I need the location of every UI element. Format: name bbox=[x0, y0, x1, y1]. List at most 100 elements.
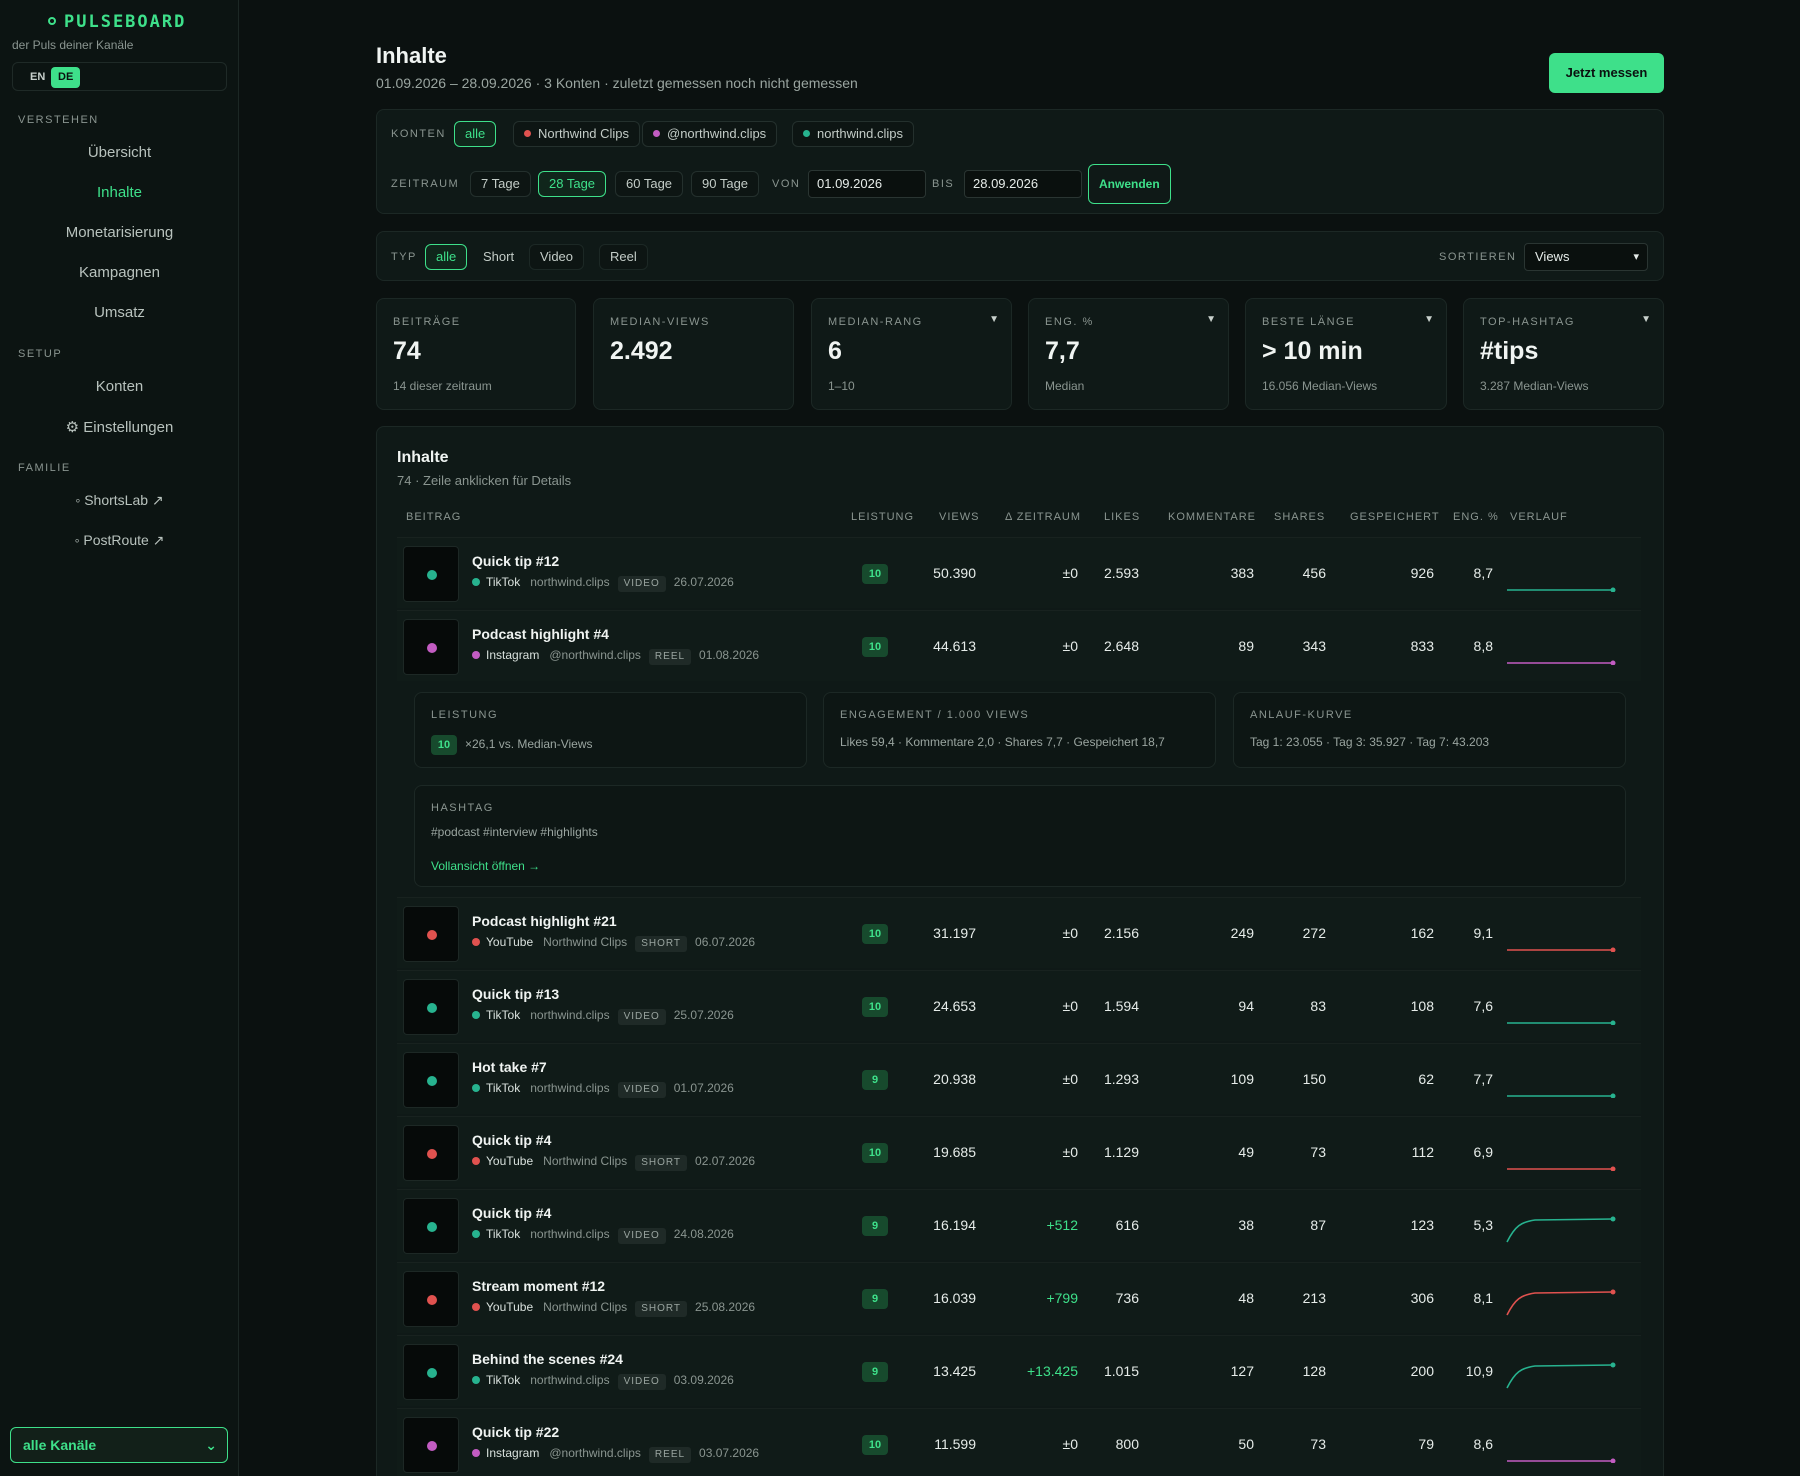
range-chip-7[interactable]: 7 Tage bbox=[470, 171, 531, 197]
post-date: 03.09.2026 bbox=[673, 1373, 734, 1387]
table-row[interactable]: Behind the scenes #24 TikTok northwind.cli… bbox=[397, 1335, 1641, 1406]
table-row[interactable]: Quick tip #4 YouTube Northwind Clips SHORT 0… bbox=[397, 1116, 1641, 1187]
platform-name: TikTok bbox=[486, 575, 521, 589]
section-label-setup: SETUP bbox=[18, 348, 63, 360]
nav-item-umsatz[interactable]: Umsatz bbox=[0, 304, 239, 321]
to-date-input[interactable]: 28.09.2026 bbox=[964, 170, 1082, 198]
saved-value: 108 bbox=[1410, 998, 1434, 1014]
kpi-value: #tips bbox=[1480, 337, 1539, 365]
engagement-value: 8,6 bbox=[1473, 1436, 1493, 1452]
caret-down-icon[interactable]: ▼ bbox=[1641, 314, 1651, 325]
kpi-sub: 16.056 Median-Views bbox=[1262, 379, 1378, 393]
sort-select[interactable]: Views ▾ bbox=[1524, 243, 1648, 271]
section-label-verstehen: VERSTEHEN bbox=[18, 114, 99, 126]
type-chip-short[interactable]: Short bbox=[472, 244, 525, 270]
kpi-card-engagement[interactable]: ENG. % ▼ 7,7 Median bbox=[1028, 298, 1229, 410]
column-header-saved[interactable]: GESPEICHERT bbox=[1350, 511, 1440, 523]
table-row[interactable]: Quick tip #12 TikTok northwind.clips VIDEO 2… bbox=[397, 537, 1641, 608]
account-name: northwind.clips bbox=[530, 1227, 610, 1241]
account-chip-northwind-clips[interactable]: Northwind Clips bbox=[513, 121, 641, 147]
measure-now-button[interactable]: Jetzt messen bbox=[1549, 53, 1664, 93]
kpi-card-best-length[interactable]: BESTE LÄNGE ▼ > 10 min 16.056 Median-Vie… bbox=[1245, 298, 1447, 410]
table-row[interactable]: Quick tip #22 Instagram @northwind.clips RE… bbox=[397, 1408, 1641, 1476]
delta-value: ±0 bbox=[1062, 565, 1078, 581]
post-meta: YouTube Northwind Clips SHORT 02.07.2026 bbox=[472, 1154, 755, 1171]
post-meta: Instagram @northwind.clips REEL 01.08.2026 bbox=[472, 648, 759, 665]
nav-item-einstellungen[interactable]: ⚙ Einstellungen bbox=[0, 418, 239, 436]
to-label: BIS bbox=[932, 178, 955, 190]
column-header-likes[interactable]: LIKES bbox=[1104, 511, 1140, 523]
shares-value: 128 bbox=[1302, 1363, 1326, 1379]
column-header-trend[interactable]: VERLAUF bbox=[1510, 511, 1568, 523]
platform-dot-icon bbox=[472, 1303, 480, 1311]
column-header-views[interactable]: VIEWS bbox=[939, 511, 979, 523]
type-chip-reel[interactable]: Reel bbox=[599, 244, 648, 270]
comments-value: 249 bbox=[1230, 925, 1254, 941]
brand-logo[interactable]: PULSEBOARD bbox=[48, 12, 186, 32]
trend-sparkline bbox=[1507, 587, 1616, 592]
table-row[interactable]: Hot take #7 TikTok northwind.clips VIDEO 01.… bbox=[397, 1043, 1641, 1114]
trend-sparkline bbox=[1507, 1166, 1616, 1171]
nav-item-inhalte[interactable]: Inhalte bbox=[0, 184, 239, 201]
youtube-dot-icon bbox=[524, 130, 531, 137]
caret-down-icon[interactable]: ▼ bbox=[1206, 314, 1216, 325]
column-header-performance[interactable]: LEISTUNG bbox=[851, 511, 914, 523]
kpi-card-top-hashtag[interactable]: TOP-HASHTAG ▼ #tips 3.287 Median-Views bbox=[1463, 298, 1664, 410]
column-header-shares[interactable]: SHARES bbox=[1274, 511, 1325, 523]
platform-dot-icon bbox=[427, 1222, 437, 1232]
nav-item-konten[interactable]: Konten bbox=[0, 378, 239, 395]
nav-item-shortslab[interactable]: ◦ ShortsLab ↗ bbox=[0, 492, 239, 509]
account-chip-label: Northwind Clips bbox=[538, 126, 630, 141]
account-chip-tiktok[interactable]: northwind.clips bbox=[792, 121, 914, 147]
open-full-view-link[interactable]: Vollansicht öffnen → bbox=[431, 859, 540, 873]
score-badge: 10 bbox=[862, 637, 888, 657]
account-chip-all[interactable]: alle bbox=[454, 121, 497, 147]
column-header-post[interactable]: BEITRAG bbox=[406, 511, 461, 523]
type-badge: VIDEO bbox=[617, 1374, 666, 1390]
table-row[interactable]: Quick tip #4 TikTok northwind.clips VIDEO 24… bbox=[397, 1189, 1641, 1260]
type-chip-video[interactable]: Video bbox=[529, 244, 585, 270]
post-date: 25.08.2026 bbox=[695, 1300, 756, 1314]
lang-de-button[interactable]: DE bbox=[51, 67, 81, 88]
range-chip-90[interactable]: 90 Tage bbox=[691, 171, 760, 197]
nav-item-monetarisierung[interactable]: Monetarisierung bbox=[0, 224, 239, 241]
nav-item-postroute[interactable]: ◦ PostRoute ↗ bbox=[0, 532, 239, 549]
channel-select[interactable]: alle Kanäle ⌄ bbox=[10, 1427, 228, 1463]
platform-name: TikTok bbox=[486, 1008, 521, 1022]
from-date-input[interactable]: 01.09.2026 bbox=[808, 170, 926, 198]
table-row[interactable]: Podcast highlight #4 Instagram @northwind.… bbox=[397, 610, 1641, 681]
caret-down-icon[interactable]: ▼ bbox=[1424, 314, 1434, 325]
nav-item-uebersicht[interactable]: Übersicht bbox=[0, 144, 239, 161]
platform-dot-icon bbox=[427, 1003, 437, 1013]
table-row[interactable]: Quick tip #13 TikTok northwind.clips VIDEO 2… bbox=[397, 970, 1641, 1041]
caret-down-icon[interactable]: ▼ bbox=[989, 314, 999, 325]
platform-dot-icon bbox=[472, 1449, 480, 1457]
likes-value: 1.293 bbox=[1103, 1071, 1139, 1087]
type-chip-all[interactable]: alle bbox=[425, 244, 468, 270]
column-header-comments[interactable]: KOMMENTARE bbox=[1168, 511, 1256, 523]
column-header-eng[interactable]: ENG. % bbox=[1453, 511, 1499, 523]
post-title: Quick tip #13 bbox=[472, 986, 560, 1002]
apply-button[interactable]: Anwenden bbox=[1088, 164, 1171, 204]
platform-dot-icon bbox=[427, 1295, 437, 1305]
comments-value: 48 bbox=[1238, 1290, 1254, 1306]
likes-value: 2.648 bbox=[1103, 638, 1139, 654]
account-chip-instagram[interactable]: @northwind.clips bbox=[642, 121, 778, 147]
post-title: Quick tip #12 bbox=[472, 553, 560, 569]
table-title: Inhalte bbox=[397, 449, 449, 466]
lang-en-button[interactable]: EN bbox=[23, 67, 52, 88]
range-chip-60[interactable]: 60 Tage bbox=[615, 171, 684, 197]
platform-dot-icon bbox=[472, 1230, 480, 1238]
column-header-delta[interactable]: Δ ZEITRAUM bbox=[1005, 511, 1081, 523]
platform-dot-icon bbox=[472, 938, 480, 946]
trend-sparkline bbox=[1507, 660, 1616, 665]
kpi-card-median-rank[interactable]: MEDIAN-RANG ▼ 6 1–10 bbox=[811, 298, 1012, 410]
nav-item-kampagnen[interactable]: Kampagnen bbox=[0, 264, 239, 281]
table-row[interactable]: Stream moment #12 YouTube Northwind Clips S… bbox=[397, 1262, 1641, 1333]
range-chip-28[interactable]: 28 Tage bbox=[538, 171, 607, 197]
thumbnail bbox=[403, 1125, 459, 1181]
views-value: 19.685 bbox=[933, 1144, 976, 1160]
detail-label: LEISTUNG bbox=[431, 709, 499, 721]
kpi-sub: 14 dieser zeitraum bbox=[393, 379, 492, 393]
table-row[interactable]: Podcast highlight #21 YouTube Northwind Cl… bbox=[397, 897, 1641, 968]
